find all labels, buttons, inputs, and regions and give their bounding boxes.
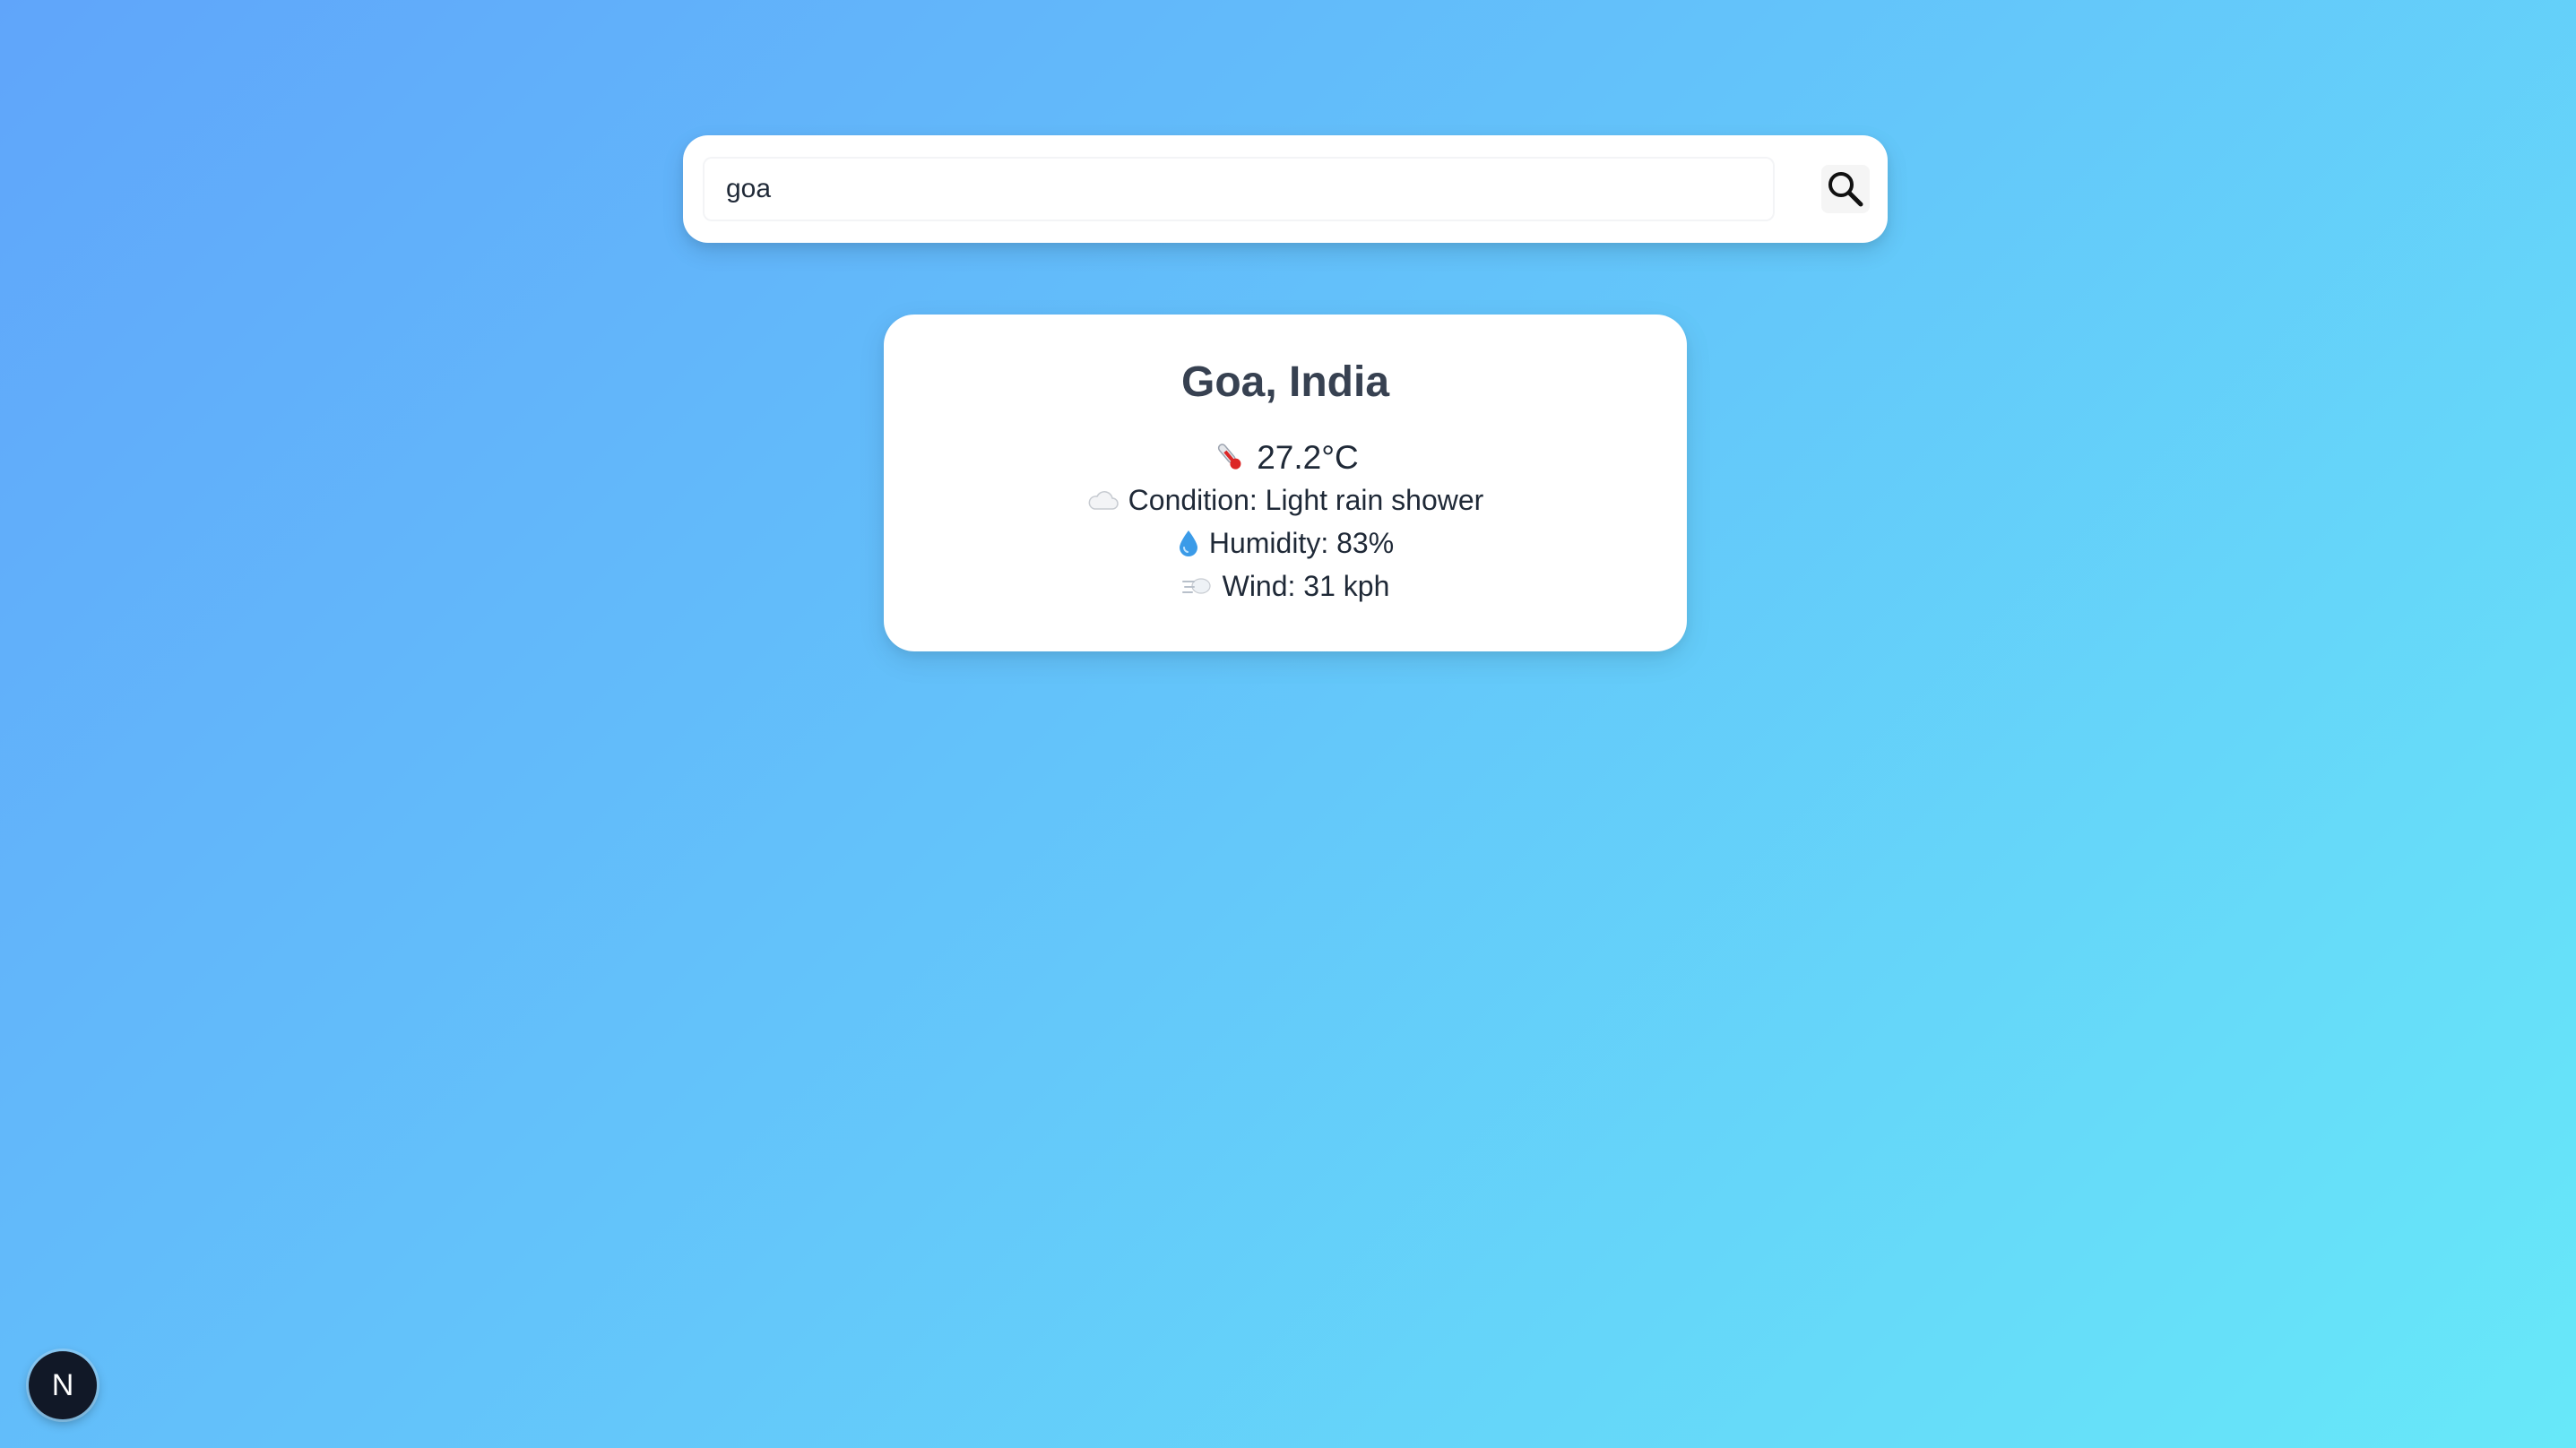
condition-row: Condition: Light rain shower xyxy=(884,486,1687,514)
humidity-text: Humidity: 83% xyxy=(1208,527,1395,559)
wind-row: Wind: 31 kph xyxy=(884,572,1687,600)
nextjs-badge-label: N xyxy=(51,1367,74,1402)
location-title: Goa, India xyxy=(1180,358,1390,406)
search-button[interactable] xyxy=(1821,165,1870,213)
weather-card: Goa, India 27.2°C Condition: Light rain … xyxy=(884,315,1687,651)
temperature-row: 27.2°C xyxy=(884,439,1687,475)
cloud-icon xyxy=(1087,487,1119,513)
thermometer-icon xyxy=(1212,439,1248,475)
search-bar xyxy=(683,135,1888,243)
search-input[interactable] xyxy=(703,157,1775,221)
droplet-icon xyxy=(1177,529,1200,557)
wind-icon xyxy=(1181,573,1214,599)
search-icon xyxy=(1826,169,1865,209)
temperature-value: 27.2°C xyxy=(1257,438,1359,476)
humidity-row: Humidity: 83% xyxy=(884,529,1687,557)
condition-text: Condition: Light rain shower xyxy=(1128,484,1484,516)
nextjs-dev-badge[interactable]: N xyxy=(29,1351,97,1419)
wind-text: Wind: 31 kph xyxy=(1222,570,1390,602)
